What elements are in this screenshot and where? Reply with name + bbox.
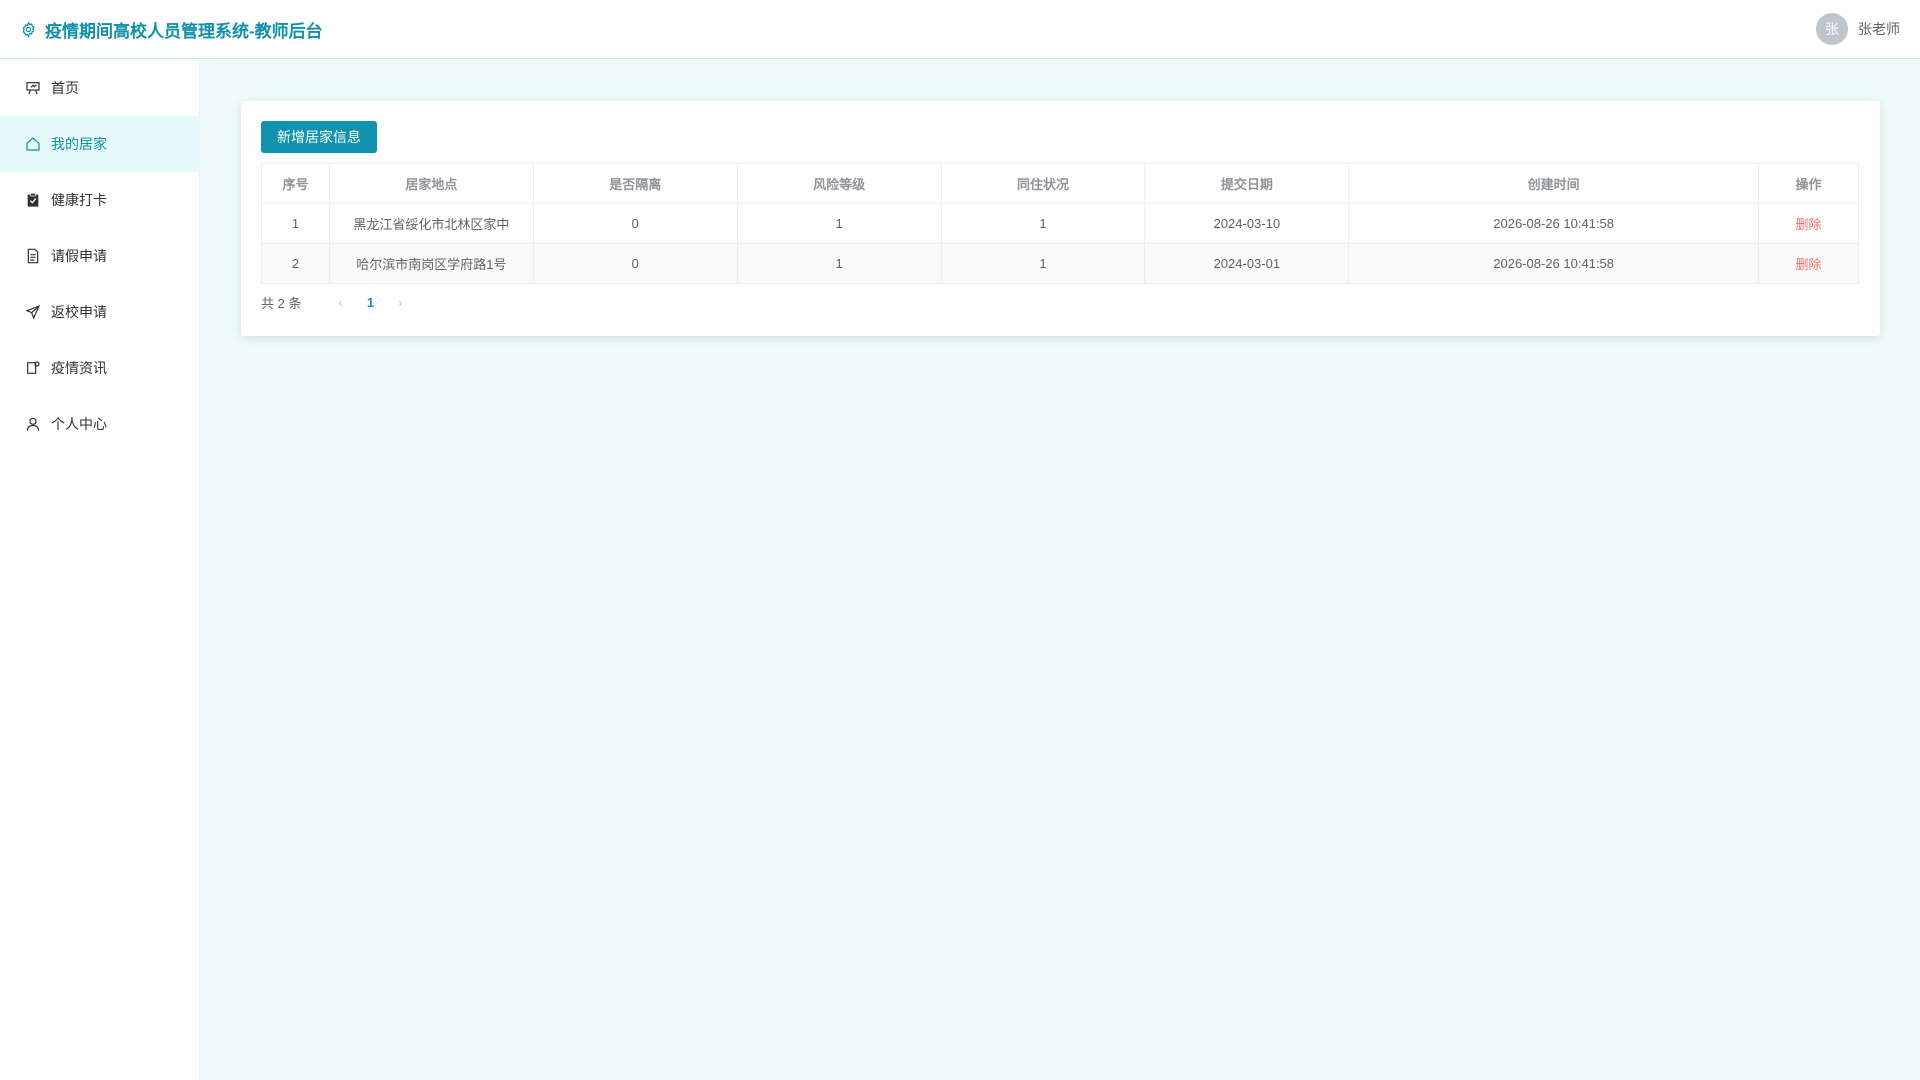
sidebar-item-label: 我的居家	[51, 136, 107, 152]
app-title: 疫情期间高校人员管理系统-教师后台	[45, 21, 323, 41]
avatar[interactable]: 张	[1816, 13, 1848, 45]
main-content: 新增居家信息 序号 居家地点 是否隔离 风险等级 同住状况 提交日期 创建时间 …	[200, 60, 1920, 1080]
home-icon	[24, 136, 41, 153]
sidebar-item-label: 请假申请	[51, 248, 107, 264]
table-cell: 黑龙江省绥化市北林区家中	[328, 203, 534, 244]
column-header: 是否隔离	[532, 163, 738, 204]
table-row: 2 哈尔滨市南岗区学府路1号 0 1 1 2024-03-01 2026-08-…	[261, 243, 1859, 284]
column-header: 风险等级	[736, 163, 942, 204]
next-page-button[interactable]: ›	[385, 295, 415, 310]
user-name[interactable]: 张老师	[1858, 19, 1900, 39]
gear-icon	[20, 20, 37, 38]
column-header: 同住状况	[940, 163, 1146, 204]
page-number-current[interactable]: 1	[355, 295, 385, 310]
presentation-icon	[24, 80, 41, 97]
send-icon	[24, 304, 41, 321]
pagination-total: 共 2 条	[261, 295, 302, 311]
table-row: 1 黑龙江省绥化市北林区家中 0 1 1 2024-03-10 2026-08-…	[261, 203, 1859, 244]
table-header-row: 序号 居家地点 是否隔离 风险等级 同住状况 提交日期 创建时间 操作	[261, 163, 1859, 204]
table-cell: 0	[532, 243, 738, 284]
table-cell: 1	[940, 243, 1146, 284]
table-cell: 2026-08-26 10:41:58	[1348, 203, 1759, 244]
table-cell: 1	[940, 203, 1146, 244]
home-info-card: 新增居家信息 序号 居家地点 是否隔离 风险等级 同住状况 提交日期 创建时间 …	[241, 101, 1880, 336]
table-cell: 2	[261, 243, 330, 284]
sidebar-item-label: 返校申请	[51, 304, 107, 320]
column-header: 序号	[261, 163, 330, 204]
table-cell: 2024-03-10	[1144, 203, 1350, 244]
user-menu[interactable]: 张 张老师	[1816, 13, 1900, 45]
table-cell: 2024-03-01	[1144, 243, 1350, 284]
prev-page-button[interactable]: ‹	[325, 295, 355, 310]
user-icon	[24, 416, 41, 433]
sidebar-item-label: 个人中心	[51, 416, 107, 432]
table-cell: 2026-08-26 10:41:58	[1348, 243, 1759, 284]
sidebar-item-leave-request[interactable]: 请假申请	[0, 228, 199, 284]
clipboard-icon	[24, 192, 41, 209]
column-header: 居家地点	[328, 163, 534, 204]
news-icon	[24, 360, 41, 377]
sidebar-item-my-home[interactable]: 我的居家	[0, 116, 199, 172]
table-cell: 1	[736, 203, 942, 244]
pagination: 共 2 条 ‹ 1 ›	[261, 292, 1860, 312]
table-cell: 0	[532, 203, 738, 244]
sidebar-item-home[interactable]: 首页	[0, 60, 199, 116]
table-cell: 哈尔滨市南岗区学府路1号	[328, 243, 534, 284]
delete-button[interactable]: 删除	[1758, 243, 1859, 284]
table-cell: 1	[261, 203, 330, 244]
top-header: 疫情期间高校人员管理系统-教师后台 张 张老师	[0, 0, 1920, 59]
column-header: 操作	[1758, 163, 1859, 204]
column-header: 提交日期	[1144, 163, 1350, 204]
home-info-table: 序号 居家地点 是否隔离 风险等级 同住状况 提交日期 创建时间 操作 1 黑龙…	[261, 163, 1859, 284]
sidebar-item-label: 首页	[51, 80, 79, 96]
brand: 疫情期间高校人员管理系统-教师后台	[20, 17, 323, 42]
sidebar-item-label: 疫情资讯	[51, 360, 107, 376]
sidebar-item-health-checkin[interactable]: 健康打卡	[0, 172, 199, 228]
document-icon	[24, 248, 41, 265]
delete-button[interactable]: 删除	[1758, 203, 1859, 244]
sidebar-item-label: 健康打卡	[51, 192, 107, 208]
table-cell: 1	[736, 243, 942, 284]
sidebar-item-personal-center[interactable]: 个人中心	[0, 396, 199, 452]
sidebar-item-return-request[interactable]: 返校申请	[0, 284, 199, 340]
sidebar: 首页 我的居家 健康打卡 请假申请 返校申请 疫情资讯 个人中心	[0, 60, 200, 1080]
sidebar-item-epidemic-news[interactable]: 疫情资讯	[0, 340, 199, 396]
add-home-info-button[interactable]: 新增居家信息	[261, 121, 377, 153]
column-header: 创建时间	[1348, 163, 1759, 204]
